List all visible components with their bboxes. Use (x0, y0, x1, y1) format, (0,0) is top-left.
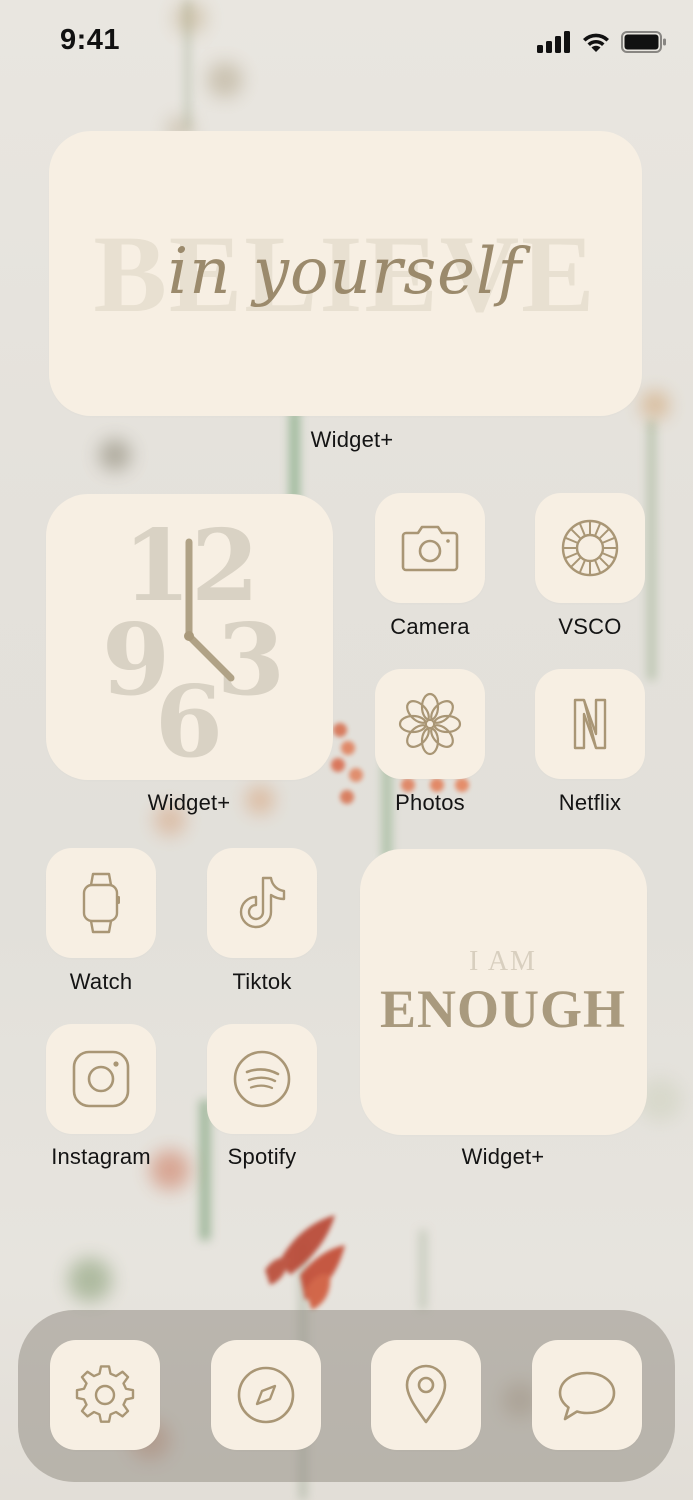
clock-face: 12 9 3 6 (102, 509, 285, 780)
flower-icon (398, 692, 462, 756)
believe-script-text: in yourself (168, 235, 532, 309)
camera-label[interactable]: Camera (370, 614, 490, 640)
watch-app[interactable] (46, 848, 156, 958)
tiktok-label[interactable]: Tiktok (202, 969, 322, 995)
believe-widget-label[interactable]: Widget+ (279, 427, 425, 453)
camera-icon (401, 525, 459, 572)
enough-line1: I AM (469, 946, 537, 977)
battery-icon (621, 31, 666, 53)
believe-widget[interactable]: BELIEVE in yourself (49, 131, 642, 416)
dock-settings-app[interactable] (50, 1340, 160, 1450)
tiktok-app[interactable] (207, 848, 317, 958)
clock-numeral-3: 3 (217, 603, 285, 718)
compass-icon (237, 1366, 295, 1424)
spotify-label[interactable]: Spotify (202, 1144, 322, 1170)
believe-widget-art: BELIEVE in yourself (93, 213, 594, 335)
netflix-label[interactable]: Netflix (530, 790, 650, 816)
enough-widget-art: I AM ENOUGH (380, 946, 626, 1039)
netflix-icon (573, 698, 607, 750)
clock-widget-label[interactable]: Widget+ (116, 790, 262, 816)
message-icon (558, 1371, 616, 1421)
tiktok-icon (239, 876, 286, 929)
clock-center (184, 631, 194, 641)
dock-messages-app[interactable] (532, 1340, 642, 1450)
vsco-app[interactable] (535, 493, 645, 603)
vsco-icon (561, 519, 619, 577)
camera-app[interactable] (375, 493, 485, 603)
clock-widget[interactable]: 12 9 3 6 (46, 494, 333, 780)
enough-widget-label[interactable]: Widget+ (430, 1144, 576, 1170)
dock-compass-app[interactable] (211, 1340, 321, 1450)
instagram-label[interactable]: Instagram (36, 1144, 166, 1170)
instagram-app[interactable] (46, 1024, 156, 1134)
status-time: 9:41 (60, 24, 121, 56)
instagram-icon (72, 1050, 130, 1108)
photos-app[interactable] (375, 669, 485, 779)
spotify-app[interactable] (207, 1024, 317, 1134)
vsco-label[interactable]: VSCO (530, 614, 650, 640)
settings-icon (75, 1365, 135, 1423)
enough-line2: ENOUGH (380, 979, 626, 1039)
location-pin-icon (405, 1364, 447, 1424)
clock-numeral-6: 6 (155, 665, 223, 780)
netflix-app[interactable] (535, 669, 645, 779)
enough-widget[interactable]: I AM ENOUGH (360, 849, 647, 1135)
status-icons (537, 28, 667, 56)
cellular-signal-icon (537, 31, 570, 53)
wifi-icon (583, 33, 609, 52)
photos-label[interactable]: Photos (370, 790, 490, 816)
spotify-icon (233, 1050, 291, 1108)
watch-icon (82, 872, 120, 934)
dock-maps-app[interactable] (371, 1340, 481, 1450)
watch-label[interactable]: Watch (41, 969, 161, 995)
